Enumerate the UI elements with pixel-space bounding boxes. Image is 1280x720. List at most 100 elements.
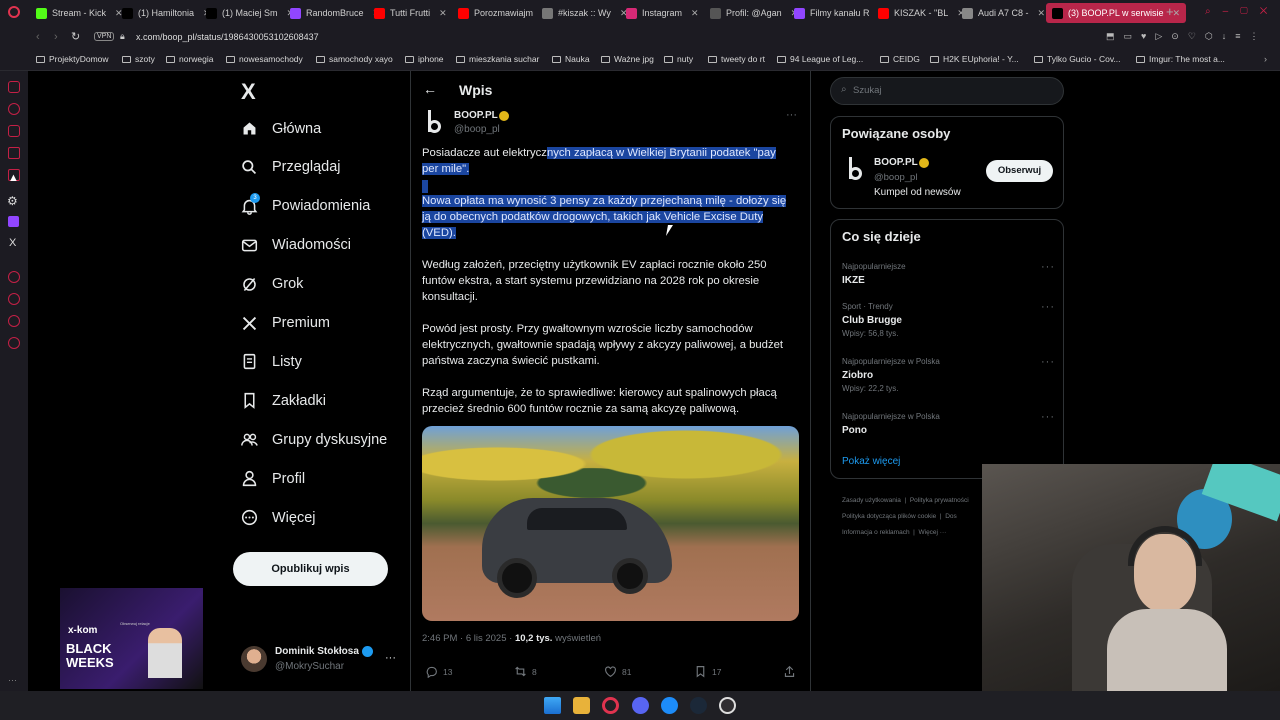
nav-item-powiadomienia[interactable]: 3 Powiadomienia — [241, 192, 370, 215]
browser-tab[interactable]: Tutti Frutti ✕ — [374, 3, 447, 23]
nav-item-więcej[interactable]: Więcej — [241, 509, 316, 526]
new-tab-button[interactable]: + — [1166, 4, 1174, 19]
search-box[interactable]: ⌕ Szukaj — [830, 77, 1064, 105]
sidebar-icon-3[interactable] — [8, 125, 20, 137]
bookmark-item[interactable]: nuty — [664, 54, 693, 64]
bookmark-item[interactable]: CEIDG — [880, 54, 920, 64]
show-more-link[interactable]: Pokaż więcej — [842, 456, 900, 467]
sidebar-icon-8[interactable] — [8, 315, 20, 327]
start-icon[interactable] — [544, 697, 561, 714]
trend-more-icon[interactable]: ··· — [1041, 261, 1055, 273]
post-image[interactable] — [422, 426, 799, 621]
sidebar-more-icon[interactable]: ··· — [8, 675, 17, 685]
browser-tab[interactable]: RandomBruce✕ — [290, 3, 380, 23]
author-handle[interactable]: @boop_pl — [454, 124, 500, 135]
back-button[interactable]: ← — [423, 81, 437, 97]
url-field[interactable]: x.com/boop_pl/status/1986430053102608437 — [136, 32, 319, 42]
author-name[interactable]: BOOP.PL — [454, 110, 498, 121]
footer-link[interactable]: Zasady użytkowania — [842, 497, 901, 504]
sidebar-icon-9[interactable] — [8, 337, 20, 349]
opera-taskbar-icon[interactable] — [602, 697, 619, 714]
bookmark-item[interactable]: mieszkania suchar — [456, 54, 539, 64]
forward-icon[interactable]: › — [54, 31, 58, 43]
footer-link[interactable]: Informacja o reklamach — [842, 529, 910, 536]
bookmark-item[interactable]: Tylko Gucio - Cov... — [1034, 54, 1121, 64]
trend-item[interactable]: Najpopularniejsze w Polska Ziobro Wpisy: 2… — [842, 357, 940, 393]
discord-icon[interactable] — [632, 697, 649, 714]
x-logo-icon[interactable]: X — [241, 79, 256, 105]
sidebar-icon-1[interactable] — [8, 81, 20, 93]
steam-icon[interactable] — [690, 697, 707, 714]
sidebar-aria-icon[interactable]: ▲ — [8, 172, 19, 184]
opera-logo-icon[interactable] — [8, 6, 20, 18]
nav-item-grupy-dyskusyjne[interactable]: Grupy dyskusyjne — [241, 431, 387, 448]
bookmark-item[interactable]: Nauka — [552, 54, 590, 64]
nav-item-zakładki[interactable]: Zakładki — [241, 392, 326, 410]
browser-tab[interactable]: Porozmawiajm✕ — [458, 3, 550, 23]
close-icon[interactable]: ✕ — [1173, 8, 1181, 19]
more-icon[interactable]: ··· — [385, 652, 396, 664]
post-button[interactable]: Opublikuj wpis — [233, 552, 388, 586]
sidebar-twitch-icon[interactable] — [8, 216, 19, 227]
file-explorer-icon[interactable] — [573, 697, 590, 714]
reply-button[interactable]: 13 — [425, 665, 452, 678]
sidebar-chatgpt-icon[interactable]: ⚙ — [7, 194, 18, 208]
author-avatar[interactable] — [422, 110, 448, 136]
nav-item-przeglądaj[interactable]: Przeglądaj — [241, 159, 341, 176]
reload-icon[interactable]: ↻ — [71, 30, 80, 43]
browser-tab[interactable]: Instagram ✕ — [626, 3, 699, 23]
trend-more-icon[interactable]: ··· — [1041, 356, 1055, 368]
bookmark-item[interactable]: H2K EUphoria! - Y... — [930, 54, 1019, 64]
repost-button[interactable]: 8 — [514, 665, 537, 678]
sidebar-icon-4[interactable] — [8, 147, 20, 159]
nav-item-listy[interactable]: Listy — [241, 353, 302, 370]
browser-tab[interactable]: Stream - Kick ✕ — [36, 3, 123, 23]
back-icon[interactable]: ‹ — [36, 31, 40, 43]
messenger-icon[interactable] — [661, 697, 678, 714]
sidebar-icon-7[interactable] — [8, 293, 20, 305]
bookmark-item[interactable]: samochody xayo — [316, 54, 393, 64]
bookmark-button[interactable]: 17 — [694, 665, 721, 678]
related-avatar[interactable] — [843, 157, 869, 183]
window-controls[interactable]: ⌕–▢✕ — [1205, 6, 1279, 17]
bookmarks-overflow-icon[interactable]: › — [1264, 54, 1267, 64]
like-button[interactable]: 81 — [604, 665, 631, 678]
footer-link[interactable]: Dos — [945, 513, 957, 520]
footer-link[interactable]: Polityka dotycząca plików cookie — [842, 513, 936, 520]
obs-icon[interactable] — [719, 697, 736, 714]
browser-tab[interactable]: Profil: @Agan✕ — [710, 3, 798, 23]
related-name[interactable]: BOOP.PL — [874, 157, 918, 168]
bookmark-item[interactable]: 94 League of Leg... — [777, 54, 863, 64]
browser-tab[interactable]: (1) Hamiltonia✕ — [122, 3, 211, 23]
trend-more-icon[interactable]: ··· — [1041, 301, 1055, 313]
footer-link[interactable]: Polityka prywatności — [910, 497, 969, 504]
trend-more-icon[interactable]: ··· — [1041, 411, 1055, 423]
browser-tab[interactable]: Audi A7 C8 - ✕ — [962, 3, 1045, 23]
close-icon[interactable]: ✕ — [439, 8, 447, 19]
address-toolbar-icons[interactable]: ⬒▭♥▷⊙♡⬡↓≡⋮ — [1106, 31, 1268, 42]
close-icon[interactable]: ✕ — [691, 8, 699, 19]
sidebar-x-icon[interactable]: X — [9, 237, 16, 249]
bookmark-item[interactable]: ProjektyDomow — [36, 54, 109, 64]
bookmark-item[interactable]: Ważne jpg — [601, 54, 654, 64]
time[interactable]: 2:46 PM · 6 lis 2025 · — [422, 633, 515, 644]
close-icon[interactable]: ✕ — [1038, 8, 1046, 19]
trend-item[interactable]: Sport · Trendy Club Brugge Wpisy: 56,8 tys… — [842, 302, 902, 338]
nav-item-premium[interactable]: Premium — [241, 315, 330, 332]
account-switcher[interactable]: Dominik Stokłosa @MokrySuchar ··· — [241, 644, 401, 676]
bookmark-item[interactable]: nowesamochody — [226, 54, 303, 64]
vpn-badge[interactable]: VPN — [94, 32, 115, 41]
bookmark-item[interactable]: tweety do rt — [708, 54, 765, 64]
browser-tab[interactable]: KISZAK - "BL ✕ — [878, 3, 965, 23]
follow-button[interactable]: Obserwuj — [986, 160, 1053, 182]
sidebar-icon-6[interactable] — [8, 271, 20, 283]
browser-tab[interactable]: #kiszak :: Wy ✕ — [542, 3, 627, 23]
bookmark-item[interactable]: szoty — [122, 54, 155, 64]
sidebar-icon-2[interactable] — [8, 103, 20, 115]
share-button[interactable] — [783, 665, 796, 678]
nav-item-profil[interactable]: Profil — [241, 470, 305, 487]
post-more-icon[interactable]: ··· — [786, 109, 797, 121]
trend-item[interactable]: Najpopularniejsze w Polska Pono — [842, 412, 940, 439]
browser-tab[interactable]: Filmy kanału R✕ — [794, 3, 886, 23]
bookmark-item[interactable]: norwegia — [166, 54, 214, 64]
